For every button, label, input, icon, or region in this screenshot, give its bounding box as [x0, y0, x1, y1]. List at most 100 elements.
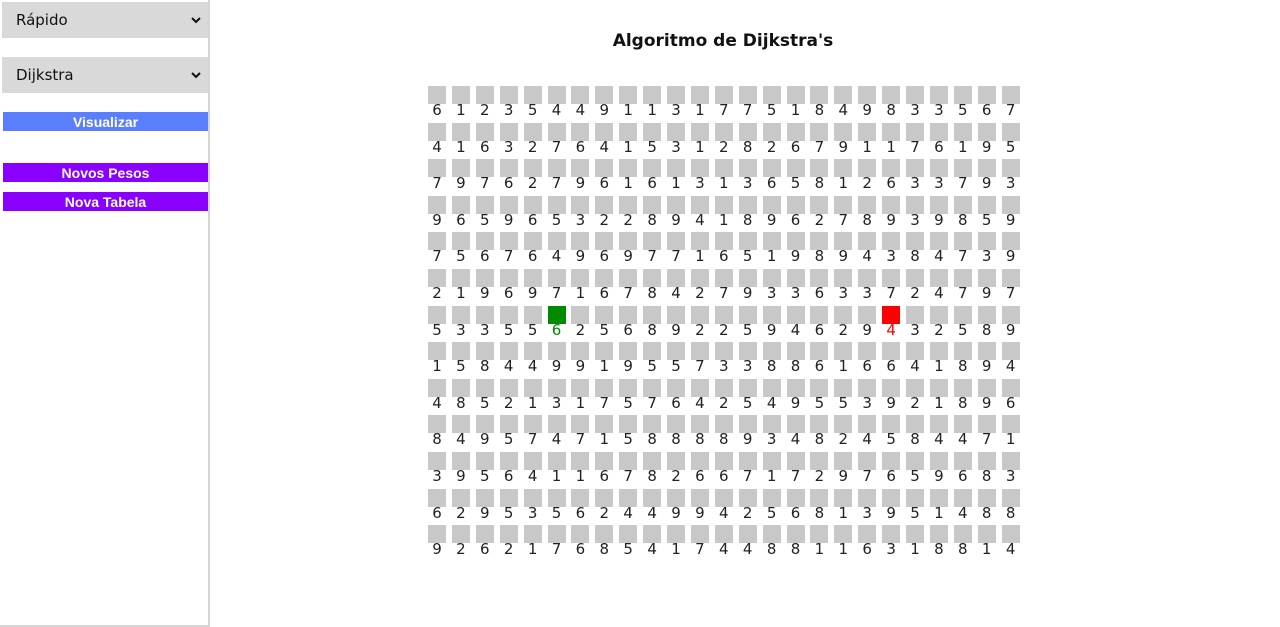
- grid-node[interactable]: 7: [667, 232, 685, 268]
- grid-node[interactable]: 4: [547, 86, 566, 122]
- grid-node[interactable]: 6: [810, 342, 829, 378]
- start-node[interactable]: 6: [547, 305, 566, 342]
- grid-node[interactable]: 9: [858, 86, 877, 122]
- grid-node[interactable]: 4: [1001, 342, 1020, 378]
- grid-node[interactable]: 3: [882, 525, 901, 561]
- grid-node[interactable]: 8: [882, 86, 901, 122]
- grid-node[interactable]: 6: [953, 452, 972, 488]
- grid-node[interactable]: 3: [834, 269, 853, 305]
- grid-node[interactable]: 9: [786, 232, 805, 268]
- grid-node[interactable]: 5: [738, 378, 757, 415]
- grid-node[interactable]: 6: [475, 122, 494, 159]
- grid-node[interactable]: 9: [690, 488, 709, 525]
- grid-node[interactable]: 7: [810, 122, 829, 159]
- grid-node[interactable]: 1: [451, 122, 470, 159]
- end-node[interactable]: 4: [882, 305, 901, 342]
- grid-node[interactable]: 5: [906, 488, 924, 525]
- grid-node[interactable]: 9: [858, 305, 877, 342]
- grid-node[interactable]: 9: [571, 342, 590, 378]
- grid-node[interactable]: 7: [428, 159, 446, 195]
- grid-node[interactable]: 6: [595, 452, 614, 488]
- grid-node[interactable]: 8: [643, 415, 662, 451]
- grid-node[interactable]: 5: [499, 305, 518, 342]
- grid-node[interactable]: 1: [523, 525, 542, 561]
- grid-node[interactable]: 4: [643, 488, 662, 525]
- grid-node[interactable]: 3: [1001, 452, 1020, 488]
- grid-node[interactable]: 4: [643, 525, 662, 561]
- grid-node[interactable]: 1: [690, 86, 709, 122]
- grid-node[interactable]: 1: [451, 86, 470, 122]
- grid-node[interactable]: 7: [714, 86, 733, 122]
- grid-node[interactable]: 1: [929, 342, 948, 378]
- grid-node[interactable]: 9: [451, 159, 470, 195]
- grid-node[interactable]: 6: [475, 525, 494, 561]
- grid-node[interactable]: 5: [619, 415, 638, 451]
- grid-node[interactable]: 7: [738, 86, 757, 122]
- grid-node[interactable]: 6: [882, 342, 901, 378]
- grid-node[interactable]: 5: [953, 305, 972, 342]
- grid-node[interactable]: 9: [595, 86, 614, 122]
- grid-node[interactable]: 5: [762, 86, 781, 122]
- grid-node[interactable]: 7: [953, 159, 972, 195]
- grid-node[interactable]: 2: [475, 86, 494, 122]
- grid-node[interactable]: 5: [882, 415, 901, 451]
- grid-node[interactable]: 7: [499, 232, 518, 268]
- grid-node[interactable]: 9: [929, 452, 948, 488]
- grid-node[interactable]: 9: [977, 159, 996, 195]
- grid-node[interactable]: 3: [929, 159, 948, 195]
- grid-node[interactable]: 3: [499, 86, 518, 122]
- grid-node[interactable]: 3: [858, 488, 877, 525]
- grid-node[interactable]: 2: [810, 195, 829, 232]
- grid-node[interactable]: 4: [1001, 525, 1020, 561]
- grid-node[interactable]: 7: [595, 378, 614, 415]
- grid-node[interactable]: 4: [929, 232, 948, 268]
- grid-node[interactable]: 3: [882, 232, 901, 268]
- grid-node[interactable]: 9: [1001, 232, 1020, 268]
- grid-node[interactable]: 4: [906, 342, 924, 378]
- grid-node[interactable]: 5: [619, 378, 638, 415]
- grid-node[interactable]: 5: [475, 378, 494, 415]
- grid-node[interactable]: 1: [714, 195, 733, 232]
- grid-node[interactable]: 3: [714, 342, 733, 378]
- grid-node[interactable]: 2: [906, 269, 924, 305]
- grid-node[interactable]: 7: [1001, 269, 1020, 305]
- grid-node[interactable]: 6: [499, 269, 518, 305]
- grid-node[interactable]: 6: [1001, 378, 1020, 415]
- grid-node[interactable]: 5: [595, 305, 614, 342]
- grid-node[interactable]: 9: [738, 269, 757, 305]
- grid-node[interactable]: 9: [428, 195, 446, 232]
- grid-node[interactable]: 2: [499, 378, 518, 415]
- grid-node[interactable]: 8: [451, 378, 470, 415]
- grid-node[interactable]: 1: [690, 232, 709, 268]
- grid-node[interactable]: 7: [786, 452, 805, 488]
- grid-node[interactable]: 5: [547, 195, 566, 232]
- grid-node[interactable]: 7: [738, 452, 757, 488]
- grid-node[interactable]: 4: [953, 488, 972, 525]
- grid-node[interactable]: 9: [834, 452, 853, 488]
- grid-node[interactable]: 6: [475, 232, 494, 268]
- grid-node[interactable]: 1: [667, 525, 685, 561]
- grid-node[interactable]: 9: [977, 122, 996, 159]
- grid-node[interactable]: 9: [571, 232, 590, 268]
- grid-node[interactable]: 4: [571, 86, 590, 122]
- algorithm-select[interactable]: Dijkstra: [2, 57, 208, 93]
- grid-node[interactable]: 4: [762, 378, 781, 415]
- grid-node[interactable]: 3: [858, 378, 877, 415]
- grid-node[interactable]: 2: [428, 269, 446, 305]
- grid-node[interactable]: 1: [906, 525, 924, 561]
- grid-node[interactable]: 2: [667, 452, 685, 488]
- grid-node[interactable]: 5: [953, 86, 972, 122]
- grid-node[interactable]: 2: [595, 195, 614, 232]
- grid-node[interactable]: 4: [499, 342, 518, 378]
- grid-node[interactable]: 8: [810, 232, 829, 268]
- grid-node[interactable]: 7: [690, 342, 709, 378]
- grid-node[interactable]: 6: [499, 452, 518, 488]
- grid-node[interactable]: 8: [953, 342, 972, 378]
- grid-node[interactable]: 2: [595, 488, 614, 525]
- grid-node[interactable]: 9: [834, 232, 853, 268]
- grid-node[interactable]: 3: [906, 305, 924, 342]
- grid-node[interactable]: 6: [595, 159, 614, 195]
- grid-node[interactable]: 3: [1001, 159, 1020, 195]
- grid-node[interactable]: 6: [643, 159, 662, 195]
- grid-node[interactable]: 5: [643, 122, 662, 159]
